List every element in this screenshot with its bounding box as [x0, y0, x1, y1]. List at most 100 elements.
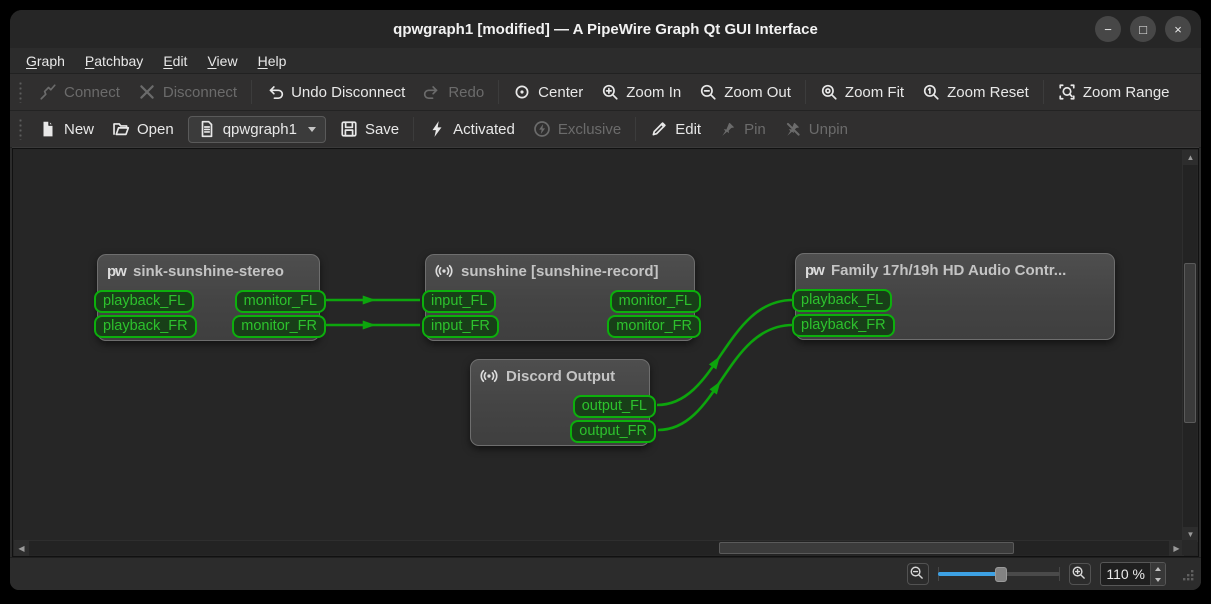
toolbar-button-connect[interactable]: Connect [30, 78, 129, 106]
port-monitor_FL[interactable]: monitor_FL [234, 290, 326, 313]
connect-icon [39, 83, 57, 101]
vertical-scroll-thumb[interactable] [1184, 263, 1196, 423]
menu-view[interactable]: View [197, 50, 247, 72]
exclusive-label: Exclusive [557, 120, 622, 138]
zoom-range-icon [1058, 83, 1076, 101]
port-playback_FR[interactable]: playback_FR [94, 315, 197, 338]
graph-node-sink-sunshine-stereo[interactable]: pw sink-sunshine-stereo playback_FL playbac… [94, 254, 326, 341]
menu-patchbay[interactable]: Patchbay [75, 50, 153, 72]
toolbar-button-zoom-out[interactable]: Zoom Out [690, 78, 800, 106]
toolbar-button-edit-mode[interactable]: Edit [641, 115, 710, 143]
node-header: pw sink-sunshine-stereo [98, 255, 319, 280]
connection-arrow-icon [708, 356, 720, 370]
toolbar-main: Connect Disconnect Undo Disconnect Redo Cent… [10, 74, 1201, 111]
toolbar-separator [413, 117, 415, 141]
port-playback_FL[interactable]: playback_FL [792, 289, 893, 312]
zoom-slider[interactable] [938, 565, 1060, 583]
open-label: Open [137, 120, 174, 138]
pipewire-icon: pw [107, 262, 127, 280]
menu-bar: Graph Patchbay Edit View Help [10, 48, 1201, 74]
spin-arrows [1150, 563, 1165, 585]
zoom-value[interactable]: 110 % [1101, 563, 1150, 585]
port-monitor_FR[interactable]: monitor_FR [607, 315, 701, 338]
toolbar-button-activated[interactable]: Activated [419, 115, 524, 143]
toolbar-button-undo-disconnect[interactable]: Undo Disconnect [257, 78, 414, 106]
pin-label: Pin [744, 120, 766, 138]
window-title: qpwgraph1 [modified] — A PipeWire Graph … [393, 20, 818, 38]
pin-icon [719, 120, 737, 138]
new-icon [39, 120, 57, 138]
toolbar-button-zoom-range[interactable]: Zoom Range [1049, 78, 1179, 106]
node-title: Family 17h/19h HD Audio Contr... [831, 261, 1067, 279]
port-input_FR[interactable]: input_FR [422, 315, 499, 338]
graph-node-discord-output[interactable]: Discord Output output_FL output_FR [470, 359, 656, 446]
zoom-out-label: Zoom Out [724, 83, 791, 101]
graph-node-family-audio[interactable]: pw Family 17h/19h HD Audio Contr... playba… [792, 253, 1115, 340]
patchbay-combobox[interactable]: qpwgraph1 [187, 115, 326, 143]
menu-graph[interactable]: Graph [16, 50, 75, 72]
toolbar-drag-handle[interactable] [18, 118, 23, 140]
port-output_FR[interactable]: output_FR [570, 420, 656, 443]
toolbar-separator [804, 80, 806, 104]
title-bar[interactable]: qpwgraph1 [modified] — A PipeWire Graph … [10, 10, 1201, 48]
graph-canvas-frame: pw sink-sunshine-stereo playback_FL playbac… [12, 148, 1199, 557]
zoom-range-label: Zoom Range [1082, 83, 1170, 101]
undo-disconnect-label: Undo Disconnect [291, 83, 406, 101]
unpin-icon [784, 120, 802, 138]
toolbar-button-save[interactable]: Save [331, 115, 408, 143]
toolbar-button-open[interactable]: Open [103, 115, 183, 143]
toolbar-drag-handle[interactable] [18, 81, 23, 103]
toolbar-button-zoom-reset[interactable]: Zoom Reset [913, 78, 1038, 106]
undo-icon [266, 83, 284, 101]
port-monitor_FR[interactable]: monitor_FR [232, 315, 326, 338]
minimize-button[interactable]: − [1095, 16, 1121, 42]
maximize-button[interactable]: □ [1130, 16, 1156, 42]
toolbar-button-redo[interactable]: Redo [414, 78, 493, 106]
slider-handle[interactable] [995, 567, 1008, 582]
toolbar-separator [498, 80, 500, 104]
toolbar-button-center[interactable]: Center [504, 78, 592, 106]
spin-down-button[interactable] [1151, 574, 1165, 585]
resize-grip[interactable] [1179, 566, 1195, 582]
port-monitor_FL[interactable]: monitor_FL [609, 290, 701, 313]
close-button[interactable]: × [1165, 16, 1191, 42]
zoom-in-label: Zoom In [626, 83, 682, 101]
zoom-out-icon [909, 565, 927, 583]
menu-edit[interactable]: Edit [153, 50, 197, 72]
horizontal-scroll-thumb[interactable] [719, 542, 1014, 554]
toolbar-separator [1042, 80, 1044, 104]
save-label: Save [364, 120, 400, 138]
connection-arrow-icon [709, 381, 721, 395]
toolbar-button-new[interactable]: New [30, 115, 103, 143]
port-input_FL[interactable]: input_FL [422, 290, 497, 313]
zoom-spinbox[interactable]: 110 % [1100, 562, 1166, 586]
port-playback_FR[interactable]: playback_FR [792, 314, 895, 337]
toolbar-button-exclusive[interactable]: Exclusive [524, 115, 630, 143]
horizontal-scrollbar[interactable]: ◀ ▶ [14, 540, 1184, 556]
toolbar-separator [251, 80, 253, 104]
spin-up-button[interactable] [1151, 563, 1165, 574]
exclusive-icon [533, 120, 551, 138]
vertical-scrollbar[interactable]: ▲ ▼ [1182, 150, 1198, 542]
graph-node-sunshine[interactable]: sunshine [sunshine-record] input_FL input_… [422, 254, 701, 341]
toolbar-patchbay: New Open qpwgraph1 Save Activated Exclusive Ed… [10, 111, 1201, 148]
scroll-up-button[interactable]: ▲ [1183, 150, 1198, 165]
toolbar-button-unpin[interactable]: Unpin [775, 115, 857, 143]
port-playback_FL[interactable]: playback_FL [94, 290, 195, 313]
connect-label: Connect [64, 83, 120, 101]
window-controls: − □ × [1095, 16, 1191, 42]
toolbar-button-pin[interactable]: Pin [710, 115, 775, 143]
port-output_FL[interactable]: output_FL [572, 395, 656, 418]
zoom-in-icon [601, 83, 619, 101]
patchbay-combobox-value: qpwgraph1 [222, 120, 297, 138]
zoom-out-small-button[interactable] [907, 563, 929, 585]
node-header: Discord Output [471, 360, 649, 385]
scroll-left-button[interactable]: ◀ [14, 541, 29, 556]
zoom-in-small-button[interactable] [1069, 563, 1091, 585]
toolbar-button-zoom-in[interactable]: Zoom In [592, 78, 690, 106]
doc-icon [198, 120, 216, 138]
toolbar-button-disconnect[interactable]: Disconnect [129, 78, 246, 106]
graph-canvas[interactable]: pw sink-sunshine-stereo playback_FL playbac… [14, 150, 1184, 542]
toolbar-button-zoom-fit[interactable]: Zoom Fit [811, 78, 913, 106]
menu-help[interactable]: Help [248, 50, 297, 72]
